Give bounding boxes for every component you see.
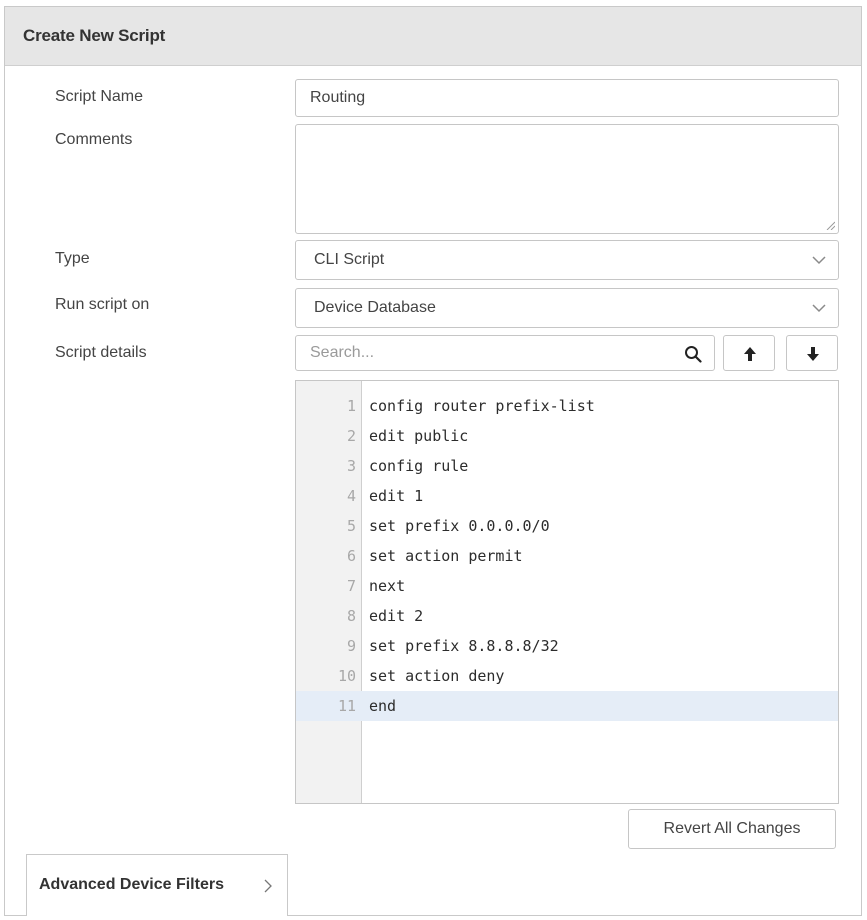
comments-label: Comments: [55, 131, 133, 148]
line-number: 3: [346, 457, 356, 475]
run-script-on-selected-value: Device Database: [314, 299, 436, 316]
code-line-text: config router prefix-list: [369, 397, 595, 415]
run-script-on-select[interactable]: Device Database: [295, 288, 839, 328]
comments-textarea[interactable]: [295, 124, 839, 234]
dialog-title: Create New Script: [23, 26, 166, 45]
line-number: 8: [346, 607, 356, 625]
code-line-text: config rule: [369, 457, 469, 475]
search-placeholder: Search...: [310, 344, 375, 361]
type-selected-value: CLI Script: [314, 251, 385, 268]
code-line-text: set action deny: [369, 667, 505, 685]
script-name-label: Script Name: [55, 88, 144, 105]
advanced-device-filters-label: Advanced Device Filters: [39, 876, 224, 893]
chevron-down-icon: [812, 256, 826, 265]
code-line-text: set prefix 8.8.8.8/32: [369, 637, 559, 655]
resize-grip-icon[interactable]: [825, 220, 835, 230]
arrow-up-icon: [744, 347, 756, 361]
code-line[interactable]: 8 edit 2: [296, 601, 838, 631]
code-line-text: end: [369, 697, 397, 715]
code-line[interactable]: 7 next: [296, 571, 838, 601]
run-script-on-label: Run script on: [55, 296, 150, 313]
script-name-input[interactable]: Routing: [295, 79, 839, 117]
arrow-down-icon: [807, 347, 819, 361]
search-next-button[interactable]: [786, 335, 838, 371]
code-line-text: edit 1: [369, 487, 424, 505]
script-details-label: Script details: [55, 344, 147, 361]
line-number: 9: [346, 637, 356, 655]
line-number: 4: [346, 487, 356, 505]
code-line[interactable]: 3 config rule: [296, 451, 838, 481]
code-line[interactable]: 2 edit public: [296, 421, 838, 451]
code-line-text: edit public: [369, 427, 469, 445]
line-number: 11: [337, 697, 356, 715]
chevron-right-icon: [264, 879, 272, 893]
code-line[interactable]: 11 end: [296, 691, 838, 721]
code-line-text: edit 2: [369, 607, 424, 625]
line-number: 7: [346, 577, 356, 595]
line-number: 10: [337, 667, 356, 685]
script-editor[interactable]: 1 config router prefix-list 2 edit public 3 c…: [295, 380, 839, 804]
script-name-value: Routing: [310, 89, 366, 106]
script-search-input[interactable]: Search...: [295, 335, 715, 371]
type-label: Type: [55, 250, 90, 267]
advanced-device-filters-tab[interactable]: Advanced Device Filters: [26, 854, 288, 916]
chevron-down-icon: [812, 304, 826, 313]
search-icon[interactable]: [684, 345, 702, 363]
code-line[interactable]: 6 set action permit: [296, 541, 838, 571]
type-select[interactable]: CLI Script: [295, 240, 839, 280]
code-line[interactable]: 4 edit 1: [296, 481, 838, 511]
code-line[interactable]: 9 set prefix 8.8.8.8/32: [296, 631, 838, 661]
line-number: 1: [346, 397, 356, 415]
search-previous-button[interactable]: [723, 335, 775, 371]
revert-all-changes-button[interactable]: Revert All Changes: [628, 809, 836, 849]
code-line-text: next: [369, 577, 406, 595]
line-number: 2: [346, 427, 356, 445]
dialog-header: Create New Script: [5, 7, 861, 66]
code-line-text: set prefix 0.0.0.0/0: [369, 517, 550, 535]
code-line[interactable]: 5 set prefix 0.0.0.0/0: [296, 511, 838, 541]
code-line[interactable]: 1 config router prefix-list: [296, 391, 838, 421]
code-line[interactable]: 10 set action deny: [296, 661, 838, 691]
line-number: 6: [346, 547, 356, 565]
line-number: 5: [346, 517, 356, 535]
code-line-text: set action permit: [369, 547, 523, 565]
